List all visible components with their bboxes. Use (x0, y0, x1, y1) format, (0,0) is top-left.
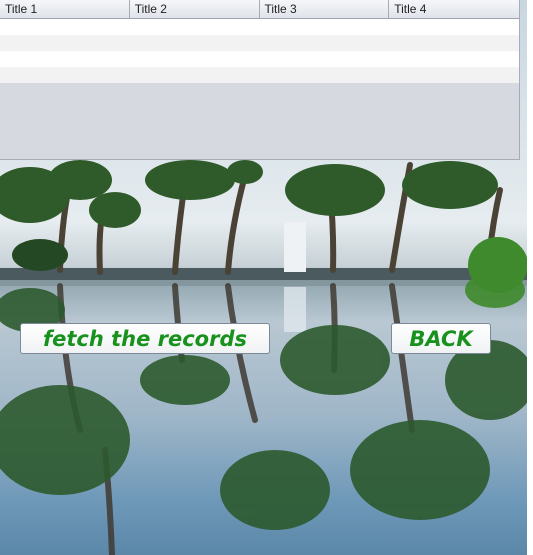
column-header-title-3[interactable]: Title 3 (260, 0, 390, 18)
table-row[interactable] (0, 19, 519, 35)
table-cell[interactable] (130, 67, 260, 83)
table-cell[interactable] (130, 35, 260, 51)
table-cell[interactable] (130, 51, 260, 67)
table-row[interactable] (0, 51, 519, 67)
column-header-title-2[interactable]: Title 2 (130, 0, 260, 18)
table-row[interactable] (0, 35, 519, 51)
table-cell[interactable] (260, 67, 390, 83)
table-cell[interactable] (0, 19, 130, 35)
back-button[interactable]: BACK (391, 323, 491, 354)
table-cell[interactable] (0, 51, 130, 67)
column-header-title-1[interactable]: Title 1 (0, 0, 130, 18)
table-cell[interactable] (0, 67, 130, 83)
table-body (0, 19, 519, 83)
table-cell[interactable] (260, 51, 390, 67)
table-cell[interactable] (389, 67, 519, 83)
table-cell[interactable] (260, 35, 390, 51)
table-cell[interactable] (260, 19, 390, 35)
table-row[interactable] (0, 67, 519, 83)
table-cell[interactable] (389, 35, 519, 51)
table-header: Title 1 Title 2 Title 3 Title 4 (0, 0, 519, 19)
column-header-title-4[interactable]: Title 4 (389, 0, 519, 18)
fetch-records-button[interactable]: fetch the records (20, 323, 270, 354)
table-cell[interactable] (130, 19, 260, 35)
records-table[interactable]: Title 1 Title 2 Title 3 Title 4 (0, 0, 520, 160)
table-cell[interactable] (389, 51, 519, 67)
table-cell[interactable] (0, 35, 130, 51)
table-cell[interactable] (389, 19, 519, 35)
